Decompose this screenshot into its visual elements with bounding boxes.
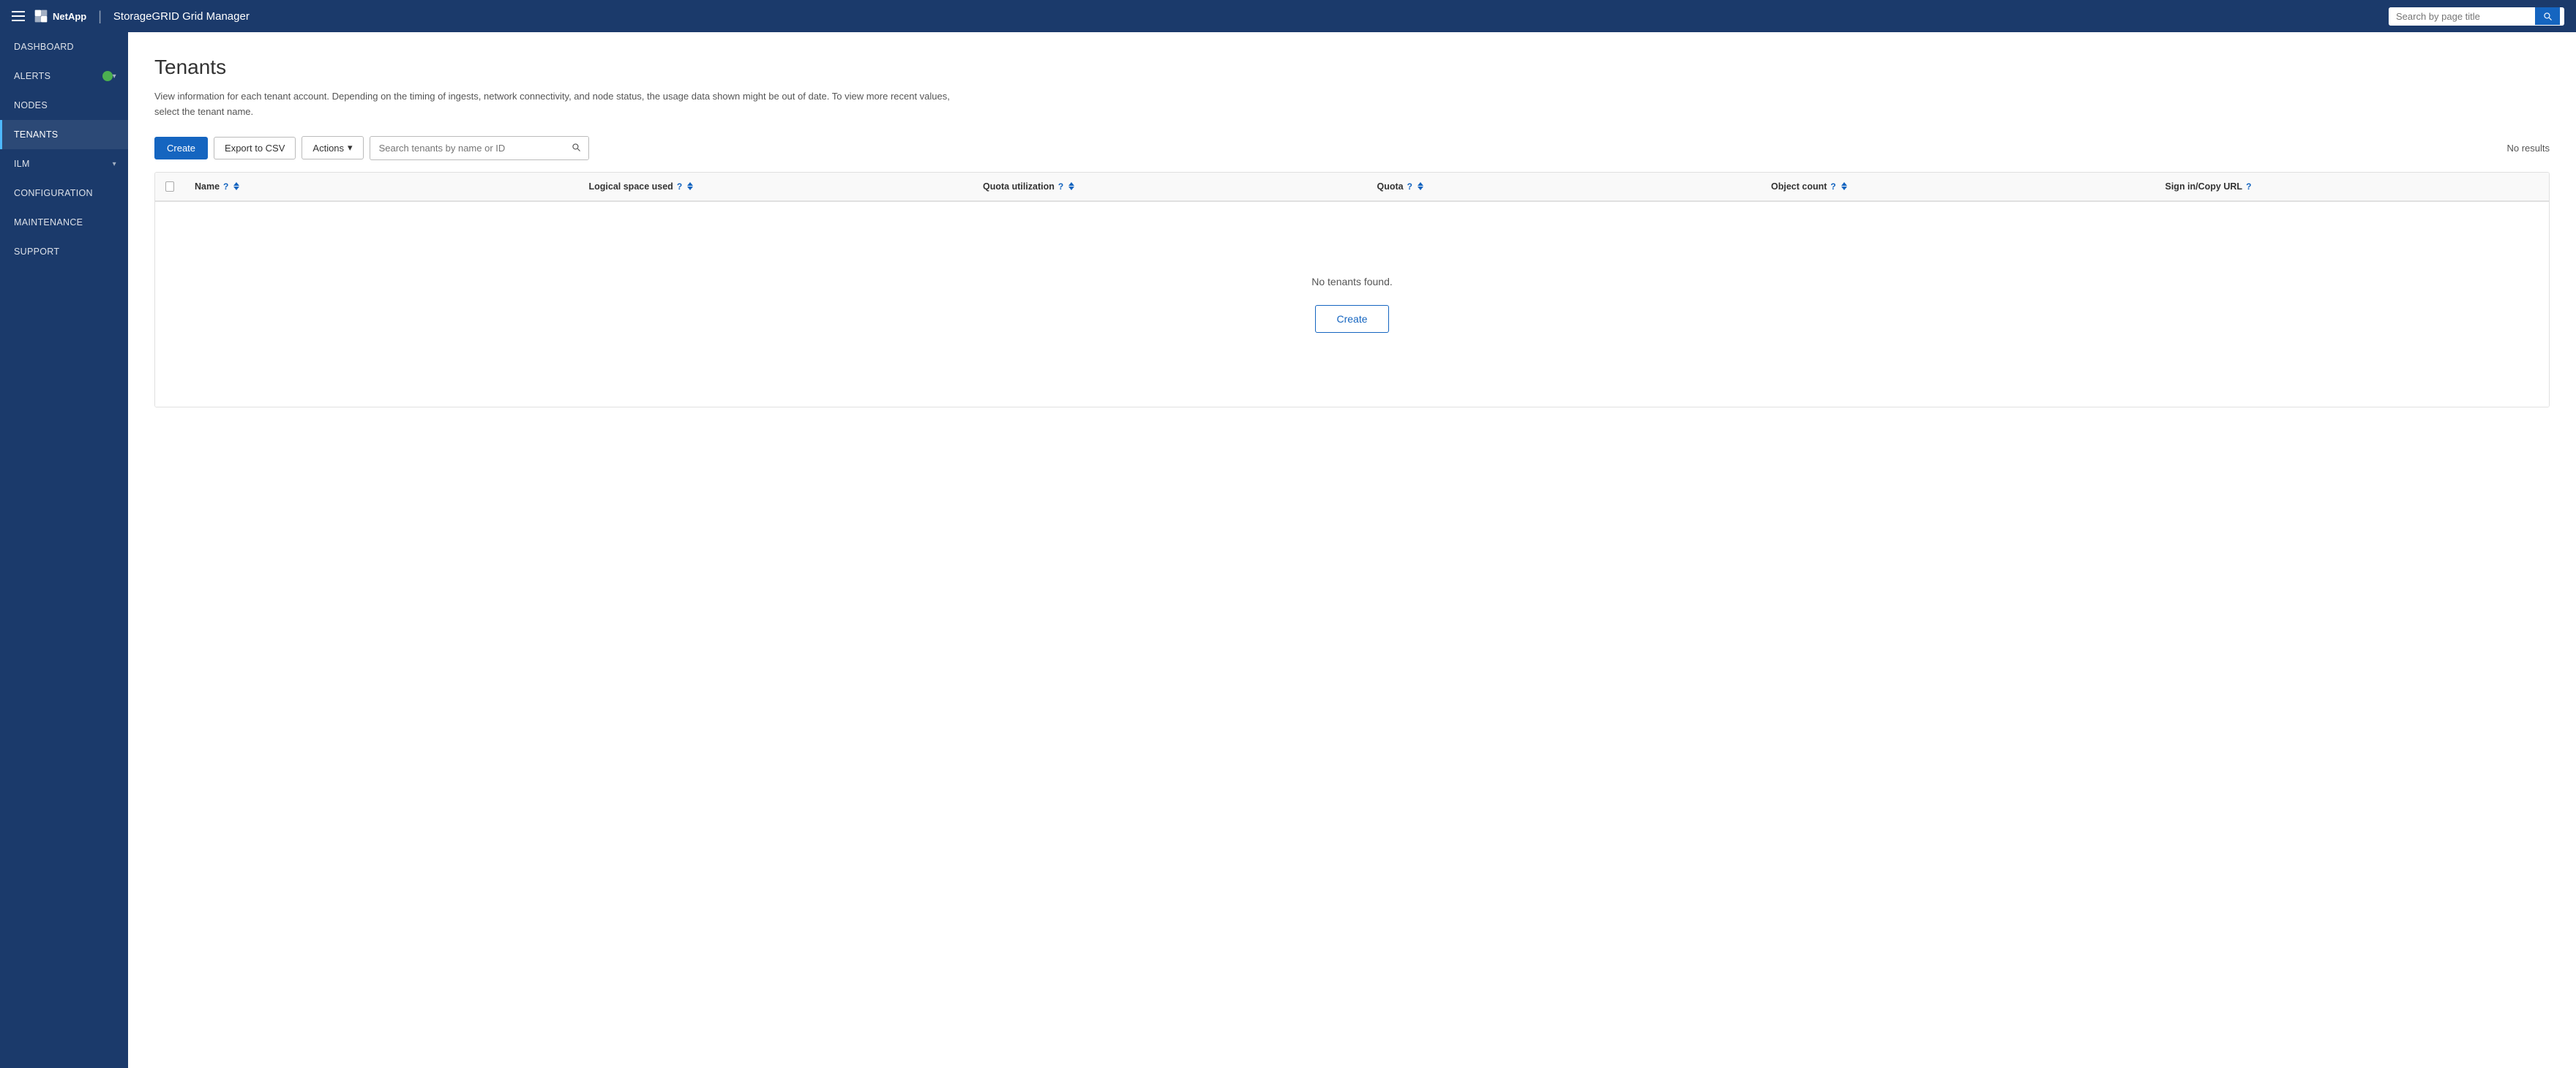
hamburger-menu-icon[interactable] — [12, 11, 25, 21]
search-icon — [2542, 11, 2553, 21]
create-button[interactable]: Create — [154, 137, 208, 159]
ilm-chevron-icon: ▾ — [113, 160, 116, 168]
sidebar-item-nodes[interactable]: NODES — [0, 91, 128, 120]
netapp-logo: NetApp — [34, 9, 86, 23]
table-body: No tenants found. Create — [155, 202, 2549, 407]
app-title: StorageGRID Grid Manager — [113, 10, 250, 23]
col-header-object-count[interactable]: Object count ? — [1761, 173, 2155, 200]
object-count-sort-arrows[interactable] — [1841, 182, 1847, 190]
name-sort-arrows[interactable] — [233, 182, 239, 190]
no-results-label: No results — [2506, 143, 2550, 154]
tenant-search-wrapper — [370, 136, 589, 160]
empty-message: No tenants found. — [1311, 276, 1393, 287]
alerts-chevron-icon: ▾ — [113, 72, 116, 80]
quota-utilization-help-icon[interactable]: ? — [1058, 181, 1063, 192]
tenant-search-button[interactable] — [564, 137, 588, 159]
select-all-checkbox[interactable] — [165, 181, 174, 192]
main-layout: DASHBOARD ALERTS ▾ NODES TENANTS ILM ▾ C… — [0, 32, 2576, 1068]
logical-space-help-icon[interactable]: ? — [677, 181, 682, 192]
toolbar: Create Export to CSV Actions ▾ No result… — [154, 136, 2550, 160]
object-count-help-icon[interactable]: ? — [1830, 181, 1835, 192]
col-header-name[interactable]: Name ? — [184, 173, 579, 200]
quota-help-icon[interactable]: ? — [1407, 181, 1412, 192]
sidebar: DASHBOARD ALERTS ▾ NODES TENANTS ILM ▾ C… — [0, 32, 128, 1068]
quota-sort-arrows[interactable] — [1418, 182, 1423, 190]
col-header-quota-utilization[interactable]: Quota utilization ? — [973, 173, 1367, 200]
sidebar-item-ilm[interactable]: ILM ▾ — [0, 149, 128, 178]
sidebar-item-configuration[interactable]: CONFIGURATION — [0, 178, 128, 208]
sidebar-item-tenants[interactable]: TENANTS — [0, 120, 128, 149]
actions-chevron-icon: ▾ — [348, 142, 353, 154]
tenant-search-input[interactable] — [370, 138, 564, 159]
col-header-logical-space-used[interactable]: Logical space used ? — [579, 173, 973, 200]
empty-create-button[interactable]: Create — [1315, 305, 1388, 333]
sign-in-copy-url-help-icon[interactable]: ? — [2246, 181, 2251, 192]
logical-space-sort-arrows[interactable] — [687, 182, 693, 190]
nav-divider: | — [98, 9, 102, 24]
sidebar-item-alerts[interactable]: ALERTS ▾ — [0, 61, 128, 91]
sidebar-item-dashboard[interactable]: DASHBOARD — [0, 32, 128, 61]
main-content: Tenants View information for each tenant… — [128, 32, 2576, 1068]
search-icon — [571, 142, 581, 152]
actions-button[interactable]: Actions ▾ — [302, 136, 363, 159]
global-search-input[interactable] — [2389, 7, 2535, 26]
page-title: Tenants — [154, 56, 2550, 79]
global-search-button[interactable] — [2535, 7, 2560, 25]
col-header-quota[interactable]: Quota ? — [1367, 173, 1761, 200]
alerts-badge — [102, 71, 113, 81]
select-all-checkbox-cell[interactable] — [155, 173, 184, 200]
table-header: Name ? Logical space used ? — [155, 173, 2549, 202]
global-search-wrapper — [2389, 7, 2564, 26]
top-navigation: NetApp | StorageGRID Grid Manager — [0, 0, 2576, 32]
quota-utilization-sort-arrows[interactable] — [1068, 182, 1074, 190]
sidebar-item-support[interactable]: SUPPORT — [0, 237, 128, 266]
col-header-sign-in-copy-url[interactable]: Sign in/Copy URL ? — [2155, 173, 2550, 200]
export-csv-button[interactable]: Export to CSV — [214, 137, 296, 159]
sidebar-item-maintenance[interactable]: MAINTENANCE — [0, 208, 128, 237]
tenants-table: Name ? Logical space used ? — [154, 172, 2550, 407]
page-description: View information for each tenant account… — [154, 89, 959, 120]
name-help-icon[interactable]: ? — [223, 181, 228, 192]
